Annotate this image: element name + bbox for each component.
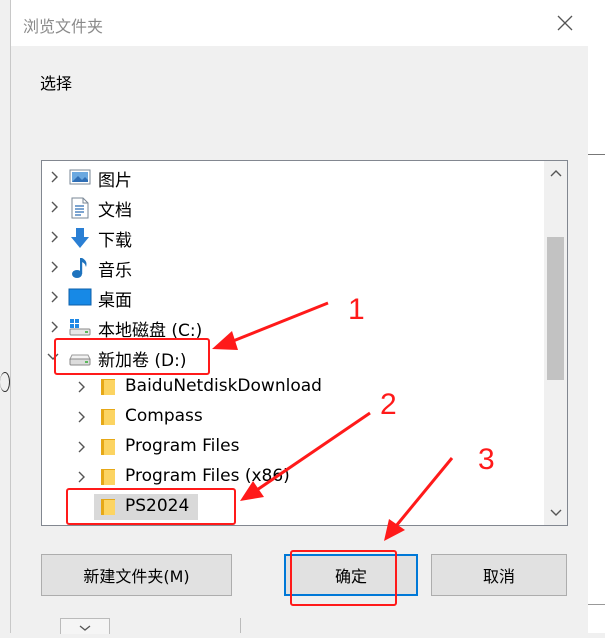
chevron-down-icon [79,625,91,631]
chevron-right-icon[interactable] [47,319,63,335]
instruction-text: 选择 [40,74,73,93]
chevron-right-icon[interactable] [47,229,63,245]
background-radio-fragment [0,372,10,392]
windows-drive-icon [68,317,91,337]
dialog-title: 浏览文件夹 [23,17,104,36]
cancel-button[interactable]: 取消 [431,554,567,596]
chevron-right-icon[interactable] [47,259,63,275]
chevron-right-icon[interactable] [74,409,90,425]
annotation-number-1: 1 [348,293,365,326]
chevron-right-icon[interactable] [47,289,63,305]
chevron-right-icon[interactable] [47,199,63,215]
annotation-box-2 [66,488,236,525]
chevron-down-icon [550,509,561,516]
tree-item-downloads[interactable]: 下载 [42,222,544,252]
vertical-scrollbar[interactable] [544,161,567,525]
music-icon [71,257,91,278]
folder-icon [97,377,117,397]
close-button[interactable] [542,0,588,46]
background-window-fragment [240,618,601,633]
close-icon [557,15,573,31]
chevron-up-icon [550,170,561,177]
background-dropdown-fragment [60,618,110,634]
chevron-right-icon[interactable] [74,379,90,395]
tree-item-pictures[interactable]: 图片 [42,162,544,192]
tree-item-music[interactable]: 音乐 [42,252,544,282]
chevron-right-icon[interactable] [74,469,90,485]
annotation-number-2: 2 [380,388,397,421]
tree-item-desktop[interactable]: 桌面 [42,282,544,312]
pictures-icon [69,167,91,187]
desktop-icon [68,287,92,307]
annotation-box-3 [290,550,397,606]
annotation-box-1 [54,338,210,375]
documents-icon [71,197,91,219]
background-window-edge [587,0,605,633]
folder-icon [97,437,117,457]
title-bar: 浏览文件夹 [11,0,588,46]
new-folder-button[interactable]: 新建文件夹(M) [41,554,232,596]
annotation-number-3: 3 [478,443,495,476]
folder-icon [97,467,117,487]
scroll-down-button[interactable] [544,501,567,525]
scrollbar-thumb[interactable] [547,237,564,380]
folder-icon [97,407,117,427]
tree-item-program-files[interactable]: Program Files [42,432,544,462]
tree-item-documents[interactable]: 文档 [42,192,544,222]
scroll-up-button[interactable] [544,161,567,185]
tree-item-compass[interactable]: Compass [42,402,544,432]
browse-folder-dialog: 浏览文件夹 选择 图片 文档 下载 音乐 桌面 本地磁盘 (C:) 新加卷 (D… [10,0,588,633]
chevron-right-icon[interactable] [47,169,63,185]
tree-item-baidunetdiskdownload[interactable]: BaiduNetdiskDownload [42,372,544,402]
chevron-right-icon[interactable] [74,439,90,455]
downloads-icon [70,227,90,248]
